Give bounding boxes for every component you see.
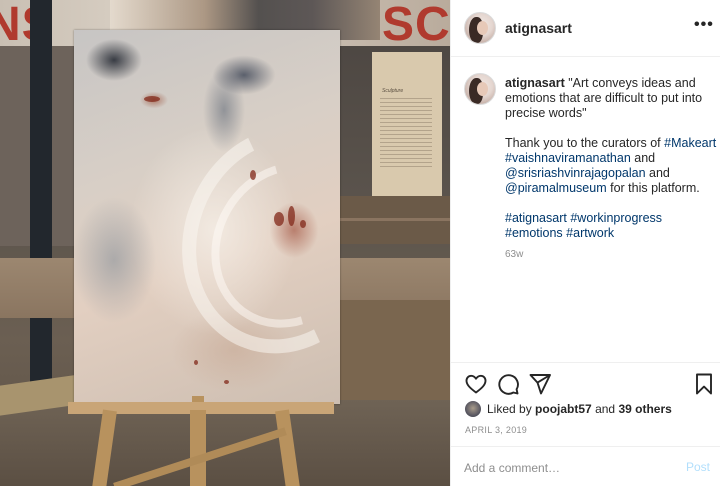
caption-text: and	[649, 166, 670, 180]
easel-leg	[190, 410, 206, 486]
comment-bar: Post	[451, 446, 720, 486]
caption-thanks-suffix: for this platform.	[610, 181, 700, 195]
mention-link[interactable]: @srisriashvinrajagopalan	[505, 166, 646, 180]
post-caption: atignasart "Art conveys ideas and emotio…	[505, 76, 717, 256]
avatar[interactable]	[464, 73, 496, 105]
banner-text-right: SCU	[382, 0, 450, 51]
exhibit-panel-text	[380, 98, 432, 168]
post-photo[interactable]: NS SCU Sculpture	[0, 0, 450, 486]
paint-splatter	[194, 360, 198, 365]
post-sidebar: atignasart ••• atignasart "Art conveys i…	[450, 0, 720, 486]
post-comment-button[interactable]: Post	[686, 460, 710, 474]
paint-splatter	[288, 206, 295, 226]
exhibit-panel-title: Sculpture	[382, 88, 404, 94]
likes-prefix: Liked by	[487, 402, 532, 416]
more-options-icon[interactable]: •••	[694, 16, 714, 34]
hashtag-link[interactable]: #workinprogress	[570, 211, 662, 225]
caption-text: and	[634, 151, 656, 165]
hashtag-link[interactable]: #emotions	[505, 226, 563, 240]
post-header: atignasart •••	[451, 0, 720, 57]
liker-username[interactable]: poojabt57	[535, 402, 592, 416]
post-date[interactable]: APRIL 3, 2019	[465, 425, 527, 435]
likes-row: Liked by poojabt57 and 39 others	[465, 400, 715, 418]
likes-others-link[interactable]: 39 others	[618, 402, 671, 416]
hashtag-link[interactable]: #atignasart	[505, 211, 567, 225]
likes-joiner: and	[595, 402, 616, 416]
caption-area: atignasart "Art conveys ideas and emotio…	[451, 57, 720, 362]
likes-summary: Liked by poojabt57 and 39 others	[487, 402, 672, 416]
bookmark-icon[interactable]	[692, 372, 716, 396]
liker-avatar[interactable]	[465, 401, 481, 417]
post-age[interactable]: 63w	[505, 249, 523, 260]
paint-splatter	[224, 380, 229, 384]
avatar[interactable]	[464, 12, 496, 44]
paint-splatter	[274, 212, 284, 226]
caption-thanks-prefix: Thank you to the curators of	[505, 136, 661, 150]
paint-splatter	[300, 220, 306, 228]
hashtag-link[interactable]: #Makeart	[664, 136, 716, 150]
action-bar	[451, 362, 720, 402]
paint-splatter	[144, 96, 160, 102]
hashtag-link[interactable]: #vaishnaviramanathan	[505, 151, 631, 165]
header-username[interactable]: atignasart	[505, 20, 572, 36]
painting-canvas	[74, 30, 418, 404]
heart-icon[interactable]	[464, 372, 488, 396]
share-icon[interactable]	[528, 372, 552, 396]
comment-icon[interactable]	[496, 372, 520, 396]
mention-link[interactable]: @piramalmuseum	[505, 181, 607, 195]
comment-input[interactable]	[464, 459, 664, 477]
paint-splatter	[250, 170, 256, 180]
hashtag-link[interactable]: #artwork	[566, 226, 614, 240]
caption-username[interactable]: atignasart	[505, 76, 565, 90]
